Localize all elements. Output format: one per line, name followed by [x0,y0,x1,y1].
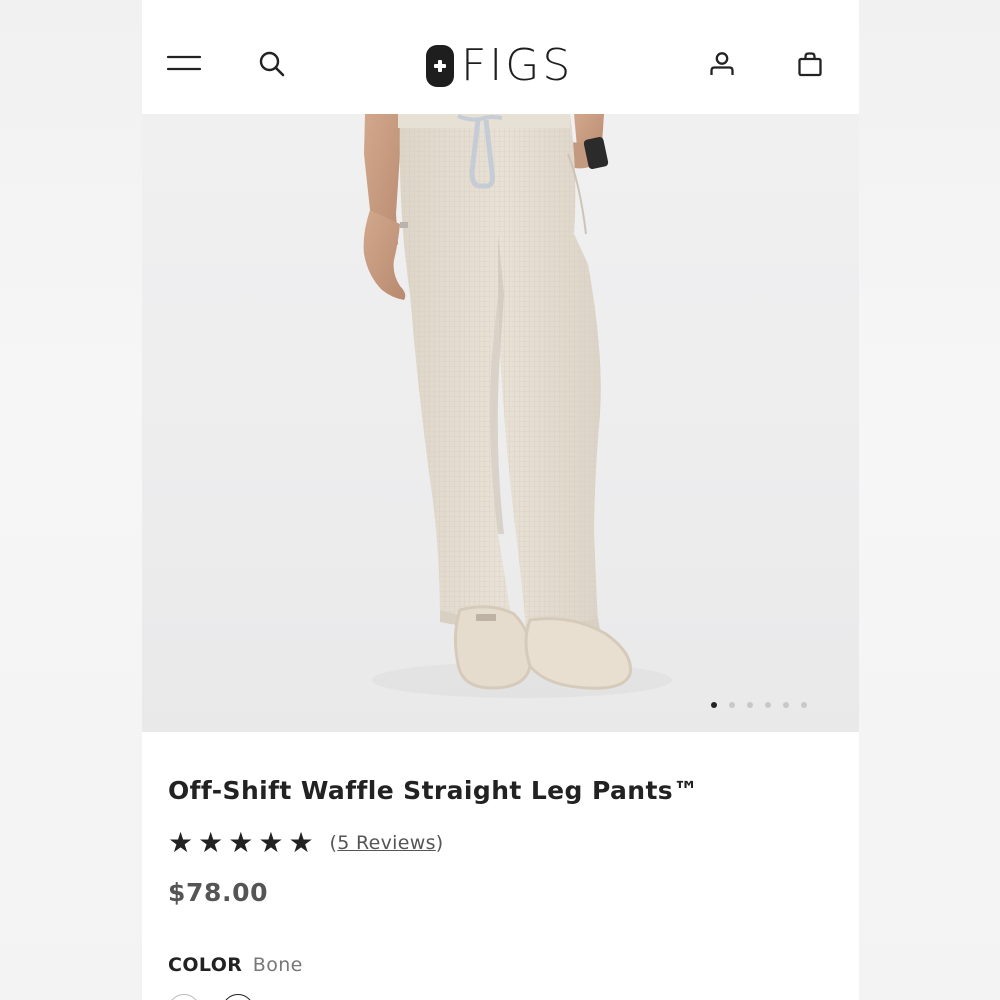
menu-icon [166,55,202,71]
brand-name: FIGS [461,40,574,91]
account-button[interactable] [702,44,742,84]
product-page: FIGS Off-Shift Waffle Straight Leg Pants… [142,0,859,1000]
star-icon: ★ [258,826,284,859]
star-icon: ★ [168,826,194,859]
color-swatch[interactable] [168,994,200,1000]
star-icon: ★ [198,826,224,859]
gallery-dot[interactable] [729,702,735,708]
product-title: Off-Shift Waffle Straight Leg Pants™ [168,776,699,805]
color-selection: COLOR Bone [168,954,303,976]
search-button[interactable] [252,44,292,84]
site-header: FIGS [142,0,859,114]
reviews-count[interactable]: 5 Reviews [337,832,436,854]
bag-icon [798,52,822,77]
account-icon [710,52,734,75]
reviews-link[interactable]: (5 Reviews) [330,832,444,854]
backdrop-right [859,0,1000,1000]
bag-button[interactable] [790,44,830,84]
color-swatches [168,994,254,1000]
product-price: $78.00 [168,878,269,907]
product-photo [363,114,672,698]
brand-logo[interactable]: FIGS [426,42,573,90]
color-swatch-selected[interactable] [222,994,254,1000]
gallery-pagination [711,701,807,709]
star-rating: ★ ★ ★ ★ ★ [168,828,314,858]
gallery-dot[interactable] [801,702,807,708]
color-label: COLOR [168,954,243,976]
reviews-close-paren: ) [435,832,444,854]
color-value: Bone [252,954,303,976]
gallery-dot[interactable] [711,702,717,708]
rating-row: ★ ★ ★ ★ ★ (5 Reviews) [168,826,444,860]
gallery-dot[interactable] [783,702,789,708]
search-icon [259,51,285,77]
gallery-dot[interactable] [765,702,771,708]
menu-button[interactable] [164,44,204,84]
plus-icon [426,45,454,87]
star-icon: ★ [228,826,254,859]
backdrop-left [0,0,142,1000]
product-image[interactable] [142,114,859,732]
star-icon: ★ [288,826,314,859]
gallery-dot[interactable] [747,702,753,708]
